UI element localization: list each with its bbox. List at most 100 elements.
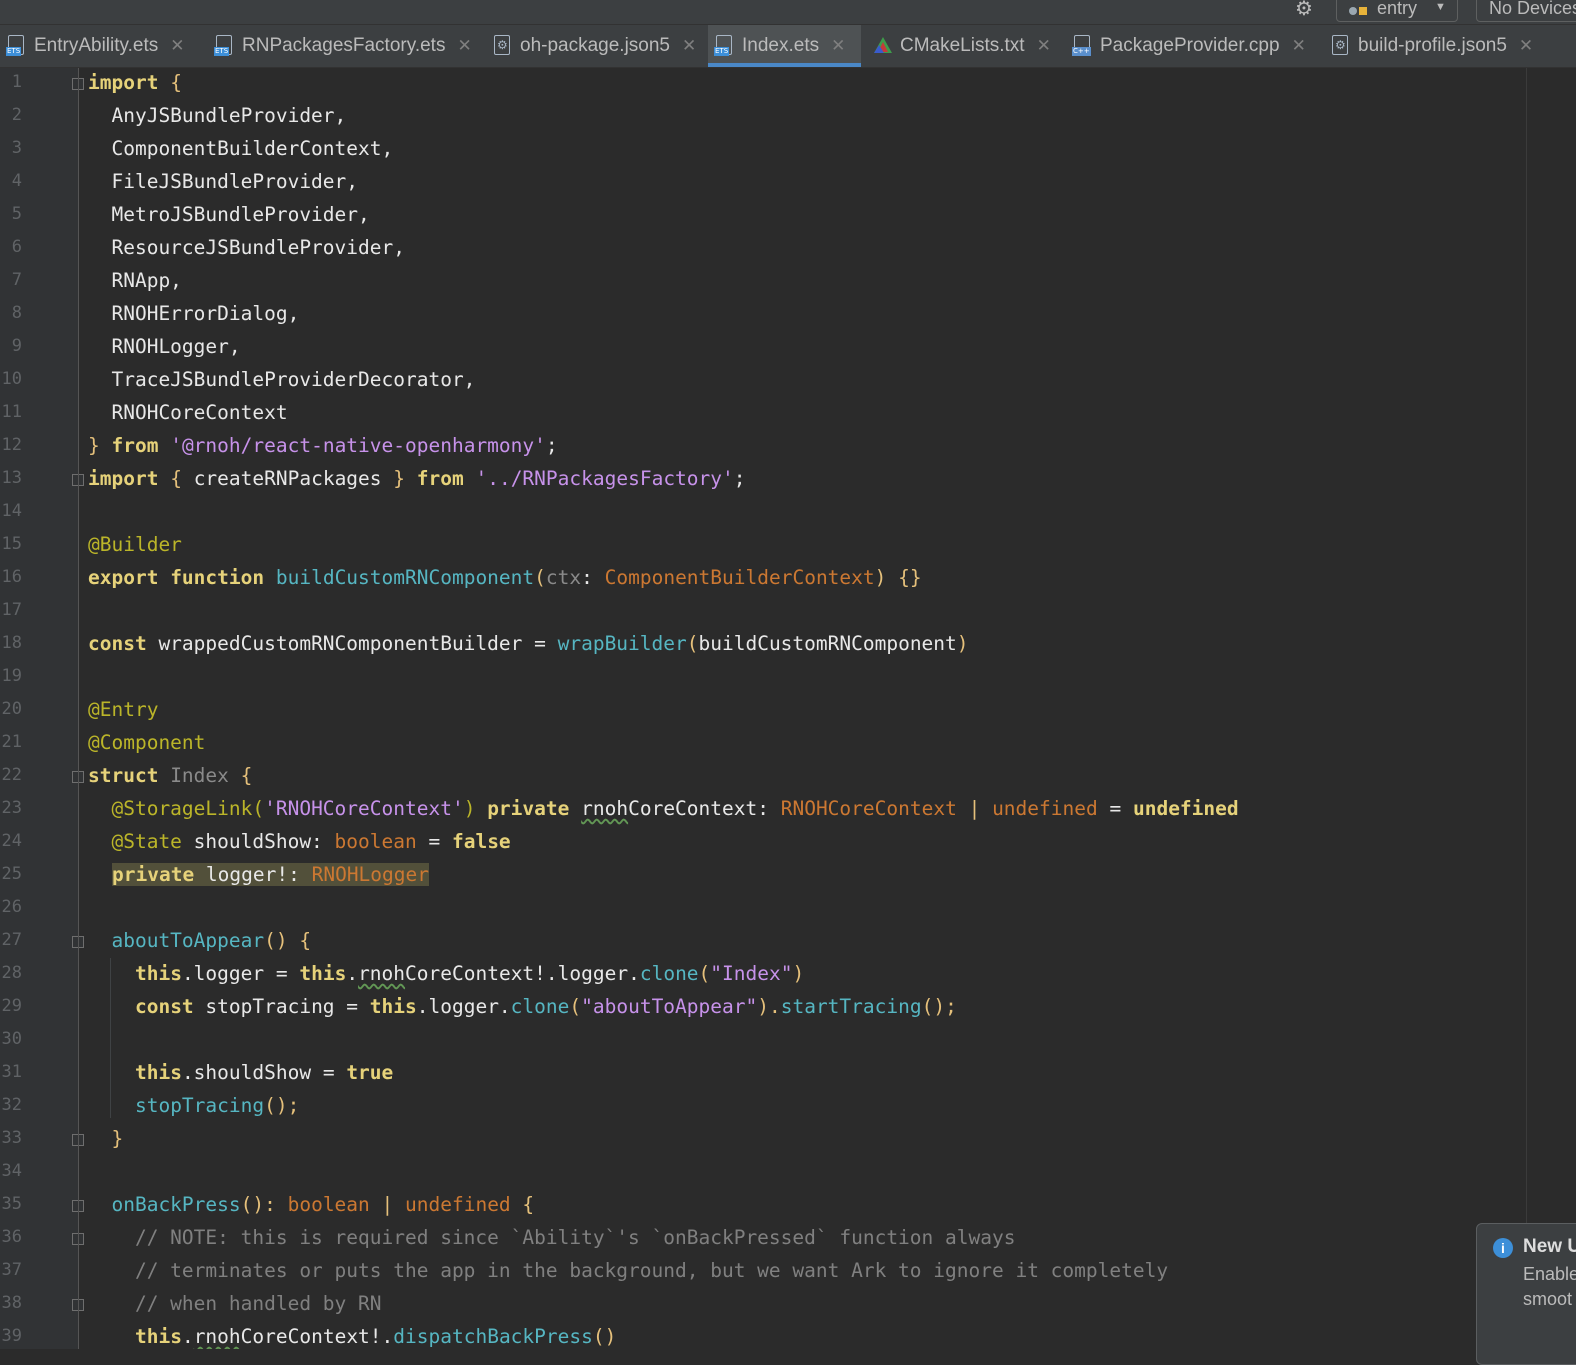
- line-number: 8: [11, 303, 22, 323]
- line-number: 16: [1, 567, 22, 587]
- ets-file-icon: ETS: [714, 35, 734, 57]
- code-token: {: [158, 71, 182, 94]
- update-notification-popup[interactable]: i New U Enable smoot: [1476, 1223, 1576, 1365]
- line-number: 10: [1, 369, 22, 389]
- line-number: 26: [1, 897, 22, 917]
- line-number: 34: [1, 1161, 22, 1181]
- code-token: |: [956, 797, 993, 820]
- module-badge-icon: [1359, 7, 1367, 15]
- code-line-29: const stopTracing = this.logger.clone("a…: [88, 990, 957, 1023]
- code-token: CoreContext!.: [240, 1325, 394, 1348]
- code-token: boolean: [287, 1193, 370, 1216]
- code-token: const: [88, 632, 147, 655]
- code-line-33: }: [88, 1127, 124, 1150]
- code-token: undefined: [1132, 797, 1239, 820]
- line-number: 21: [1, 732, 22, 752]
- code-token: ();: [921, 995, 957, 1018]
- tab-build-profile[interactable]: ⚙ build-profile.json5 ✕: [1324, 25, 1564, 67]
- line-number: 3: [11, 138, 22, 158]
- code-token: rnoh: [358, 962, 406, 985]
- line-number: 17: [1, 600, 22, 620]
- code-line-27: aboutToAppear() {: [88, 924, 311, 957]
- line-number: 2: [11, 105, 22, 125]
- tab-label: PackageProvider.cpp: [1100, 35, 1280, 56]
- close-icon[interactable]: ✕: [1292, 36, 1306, 56]
- close-icon[interactable]: ✕: [457, 36, 471, 56]
- code-token: from: [416, 467, 464, 490]
- notification-text: Enable: [1523, 1264, 1576, 1284]
- code-line-28: this.logger = this.rnohCoreContext!.logg…: [88, 957, 804, 990]
- code-token: (: [534, 566, 546, 589]
- code-token: aboutToAppear: [111, 929, 265, 952]
- editor-tab-bar: ETS EntryAbility.ets ✕ ETS RNPackagesFac…: [0, 25, 1576, 68]
- ets-file-icon: ETS: [214, 35, 234, 57]
- tab-label: build-profile.json5: [1358, 35, 1507, 56]
- code-token: {: [299, 929, 312, 952]
- line-number: 20: [1, 699, 22, 719]
- code-token: shouldShow:: [181, 830, 335, 853]
- tab-packageprovider[interactable]: C++ PackageProvider.cpp ✕: [1066, 25, 1316, 67]
- line-number: 6: [11, 237, 22, 257]
- chevron-down-icon: ▼: [1435, 1, 1446, 13]
- code-line-22: struct Index {: [88, 759, 252, 792]
- close-icon[interactable]: ✕: [1519, 36, 1533, 56]
- tab-oh-package[interactable]: ⚙ oh-package.json5 ✕: [486, 25, 704, 67]
- code-line-31: this.shouldShow = true: [88, 1056, 393, 1089]
- line-number: 32: [1, 1095, 22, 1115]
- code-token: ).: [757, 995, 781, 1018]
- code-token: ():: [240, 1193, 288, 1216]
- code-token: '@rnoh/react-native-openharmony': [170, 434, 546, 457]
- line-number: 38: [1, 1293, 22, 1313]
- code-token: clone: [639, 962, 699, 985]
- gutter-divider: [78, 68, 79, 1349]
- json5-file-icon: ⚙: [1330, 35, 1350, 57]
- line-number: 1: [11, 72, 22, 92]
- line-number: 11: [1, 402, 22, 422]
- code-token: rnoh: [193, 1325, 241, 1348]
- code-token: false: [451, 830, 511, 853]
- code-token: boolean: [334, 830, 417, 853]
- line-number: 14: [1, 501, 22, 521]
- module-icon: [1349, 7, 1357, 15]
- tab-entryability[interactable]: ETS EntryAbility.ets ✕: [0, 25, 205, 67]
- code-token: import: [88, 71, 159, 94]
- json5-file-icon: ⚙: [492, 35, 512, 57]
- code-token: rnoh: [581, 797, 629, 820]
- tab-cmakelists[interactable]: CMakeLists.txt ✕: [866, 25, 1060, 67]
- line-number: 31: [1, 1062, 22, 1082]
- code-token: =: [416, 830, 452, 853]
- device-selector[interactable]: No Devices: [1476, 0, 1576, 22]
- tab-label: oh-package.json5: [520, 35, 670, 56]
- run-configuration-dropdown[interactable]: entry ▼: [1336, 0, 1458, 22]
- code-token: undefined: [405, 1193, 511, 1216]
- code-line-3: ComponentBuilderContext,: [88, 137, 394, 160]
- code-editor[interactable]: 1 2 3 4 5 6 7 8 9 10 11 12 13 14 15 16 1…: [0, 68, 1576, 1349]
- code-token: ): [956, 632, 969, 655]
- close-icon[interactable]: ✕: [682, 36, 696, 56]
- close-icon[interactable]: ✕: [1037, 36, 1051, 56]
- code-line-39: this.rnohCoreContext!.dispatchBackPress(…: [88, 1320, 616, 1349]
- close-icon[interactable]: ✕: [831, 36, 845, 56]
- code-token: RNOHLogger: [311, 863, 429, 886]
- code-line-25: private logger!: RNOHLogger: [112, 858, 429, 891]
- code-token: {: [510, 1193, 535, 1216]
- tab-index[interactable]: ETS Index.ets ✕: [708, 25, 861, 67]
- settings-gear-icon[interactable]: ⚙: [1293, 0, 1315, 20]
- code-token: .logger.: [416, 995, 511, 1018]
- code-token: =: [1097, 797, 1133, 820]
- code-line-21: @Component: [88, 731, 206, 754]
- code-token: ;: [733, 467, 746, 490]
- line-number: 35: [1, 1194, 22, 1214]
- close-icon[interactable]: ✕: [170, 36, 184, 56]
- code-token: :: [581, 566, 605, 589]
- code-line-20: @Entry: [88, 698, 159, 721]
- code-line-35: onBackPress(): boolean | undefined {: [88, 1188, 534, 1221]
- tab-rnpackagesfactory[interactable]: ETS RNPackagesFactory.ets ✕: [208, 25, 480, 67]
- code-token: this: [134, 1325, 182, 1348]
- code-token: }: [88, 434, 100, 457]
- device-label: No Devices: [1489, 0, 1576, 18]
- code-line-24: @State shouldShow: boolean = false: [88, 825, 511, 858]
